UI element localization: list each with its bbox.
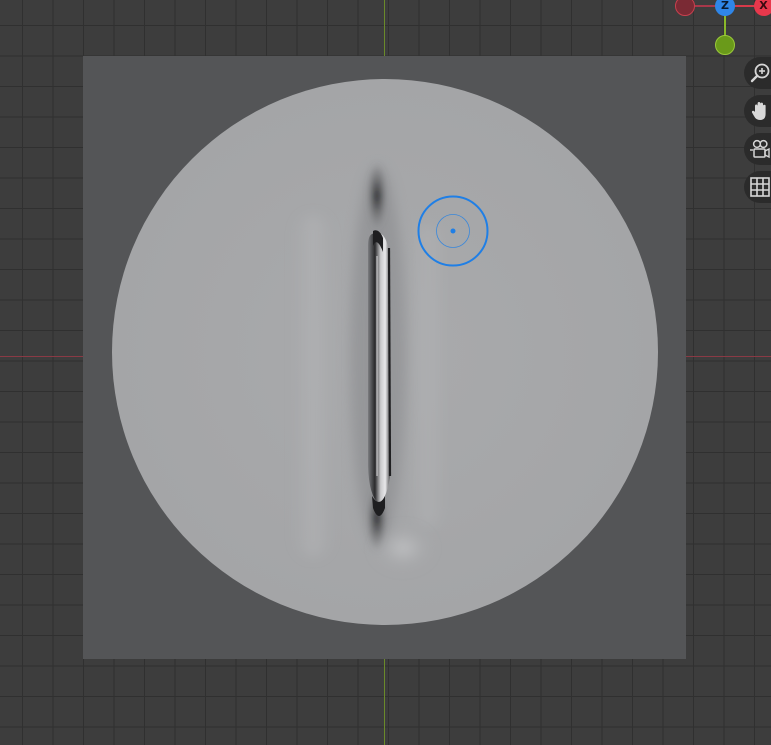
brush-center-dot xyxy=(450,228,456,234)
zoom-in-icon xyxy=(750,63,770,83)
zoom-button[interactable] xyxy=(744,57,771,89)
gizmo-z-axis[interactable]: Z xyxy=(715,0,735,16)
gizmo-x-axis[interactable]: X xyxy=(754,0,771,16)
left-ridge xyxy=(293,216,333,556)
gizmo-y-axis[interactable] xyxy=(715,35,735,55)
lower-highlight xyxy=(373,526,433,570)
gizmo-y-stem xyxy=(724,14,726,36)
gizmo-neg-x-stem xyxy=(693,5,716,7)
grid-icon xyxy=(750,177,770,197)
hand-icon xyxy=(751,102,766,120)
sculpt-plane[interactable] xyxy=(83,56,686,659)
camera-view-button[interactable] xyxy=(744,133,771,165)
gizmo-neg-x-axis[interactable] xyxy=(675,0,695,16)
3d-viewport[interactable]: Z X xyxy=(0,0,771,745)
right-ridge xyxy=(408,226,448,526)
groove-stroke xyxy=(368,232,391,504)
ortho-grid-button[interactable] xyxy=(744,171,771,203)
groove-edge-right xyxy=(387,247,392,477)
camera-icon xyxy=(750,139,770,159)
groove-top-shadow xyxy=(367,162,387,230)
pan-button[interactable] xyxy=(744,95,771,127)
sculpt-canvas[interactable] xyxy=(83,56,686,659)
